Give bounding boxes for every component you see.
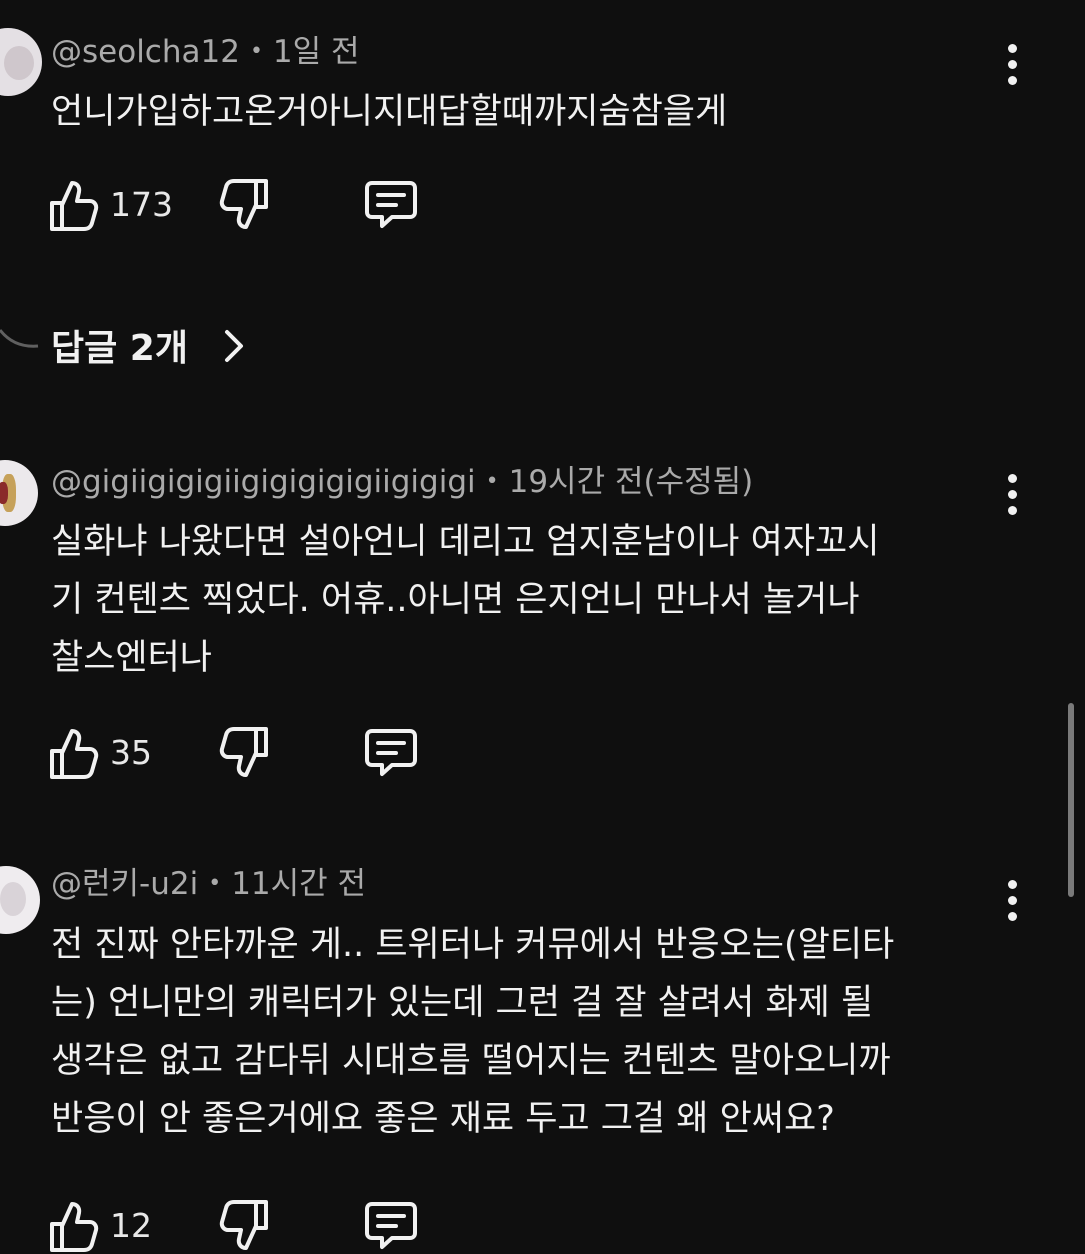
reply-button[interactable] (364, 1198, 420, 1254)
comment-text: 언니가입하고온거아니지대답할때까지숨참을게 (51, 92, 728, 132)
replies-label: 답글 2개 (51, 328, 188, 369)
like-button[interactable]: 35 (48, 725, 178, 781)
meta-separator: • (249, 39, 263, 64)
comment-reply-icon (365, 729, 417, 776)
scrollbar[interactable] (1068, 703, 1074, 897)
thumb-down-icon (219, 727, 268, 777)
comment-author[interactable]: @런키-u2i (51, 866, 198, 902)
more-vert-icon[interactable] (1002, 474, 1024, 518)
comment-meta: @gigiigigigiigigigigigiigigigi • 19시간 전(수정… (51, 462, 753, 506)
comment-time: 1일 전 (272, 34, 360, 70)
view-replies-button[interactable]: 답글 2개 (51, 325, 249, 373)
comment-reply-icon (365, 1202, 417, 1249)
dislike-button[interactable] (218, 725, 274, 781)
reply-button[interactable] (364, 725, 420, 781)
thumb-up-icon (50, 181, 99, 231)
comment-time: 19시간 전(수정됨) (508, 464, 754, 500)
like-count: 12 (110, 1206, 152, 1245)
avatar[interactable] (0, 866, 40, 934)
thumb-up-icon (50, 1202, 99, 1252)
like-button[interactable]: 173 (48, 177, 178, 233)
comment-text: 실화냐 나왔다면 설아언니 데리고 엄지훈남이나 여자꼬시 기 컨텐츠 찍었다.… (51, 522, 880, 678)
comment-time: 11시간 전 (231, 866, 367, 902)
thread-connector (0, 329, 39, 348)
dislike-button[interactable] (218, 177, 274, 233)
more-vert-icon[interactable] (1002, 44, 1024, 88)
thumb-down-icon (219, 1200, 268, 1250)
like-button[interactable]: 12 (48, 1198, 178, 1254)
avatar[interactable] (0, 28, 42, 96)
dislike-button[interactable] (218, 1198, 274, 1254)
comment-actions: 35 (48, 725, 468, 781)
comment-reply-icon (365, 181, 417, 228)
comment-meta: @seolcha12 • 1일 전 (51, 32, 360, 76)
like-count: 173 (110, 185, 173, 224)
comment-author[interactable]: @gigiigigigiigigigigigiigigigi (51, 464, 476, 500)
comment-author[interactable]: @seolcha12 (51, 34, 240, 70)
comment-actions: 12 (48, 1198, 468, 1254)
like-count: 35 (110, 733, 152, 772)
more-vert-icon[interactable] (1002, 880, 1024, 924)
comment-meta: @런키-u2i • 11시간 전 (51, 864, 366, 908)
thumb-up-icon (50, 729, 99, 779)
meta-separator: • (208, 871, 222, 896)
chevron-right-icon (224, 330, 243, 362)
reply-button[interactable] (364, 177, 420, 233)
meta-separator: • (485, 469, 499, 494)
comments-page: @seolcha12 • 1일 전 언니가입하고온거아니지대답할때까지숨참을게 17… (0, 0, 1085, 1254)
comment-actions: 173 (48, 177, 468, 233)
thumb-down-icon (219, 179, 268, 229)
comment-text: 전 진짜 안타까운 게.. 트위터나 커뮤에서 반응오는(알티타 는) 언니만의… (51, 925, 895, 1139)
avatar[interactable] (0, 460, 38, 526)
